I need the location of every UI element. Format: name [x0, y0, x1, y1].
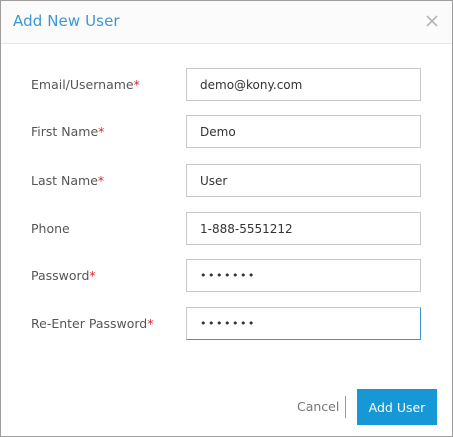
confirm-password-label: Re-Enter Password*: [31, 316, 154, 331]
phone-row: Phone: [1, 212, 452, 246]
cancel-button[interactable]: Cancel: [297, 399, 339, 414]
last-name-field[interactable]: [186, 164, 421, 197]
dialog-header: Add New User: [1, 1, 452, 44]
required-marker: *: [97, 173, 105, 188]
confirm-password-row: Re-Enter Password*: [1, 307, 452, 341]
email-label: Email/Username*: [31, 77, 140, 92]
dialog-footer: Cancel Add User: [1, 387, 452, 427]
password-row: Password*: [1, 259, 452, 293]
phone-label: Phone: [31, 221, 70, 236]
last-name-label: Last Name*: [31, 173, 105, 188]
add-user-button[interactable]: Add User: [357, 389, 437, 425]
required-marker: *: [147, 316, 154, 331]
footer-divider: [345, 396, 346, 418]
last-name-row: Last Name*: [1, 164, 452, 198]
close-icon[interactable]: [422, 11, 442, 31]
required-marker: *: [98, 124, 105, 139]
required-marker: *: [89, 268, 96, 283]
phone-field[interactable]: [186, 212, 421, 245]
dialog-title: Add New User: [13, 12, 120, 30]
password-field[interactable]: [186, 259, 421, 292]
first-name-row: First Name*: [1, 115, 452, 149]
first-name-label: First Name*: [31, 124, 105, 139]
required-marker: *: [133, 77, 140, 92]
email-field[interactable]: [186, 68, 421, 101]
add-user-dialog: Add New User Email/Username* First Name*…: [0, 0, 453, 437]
confirm-password-field[interactable]: [186, 307, 421, 340]
email-row: Email/Username*: [1, 68, 452, 102]
password-label: Password*: [31, 268, 96, 283]
first-name-field[interactable]: [186, 115, 421, 148]
